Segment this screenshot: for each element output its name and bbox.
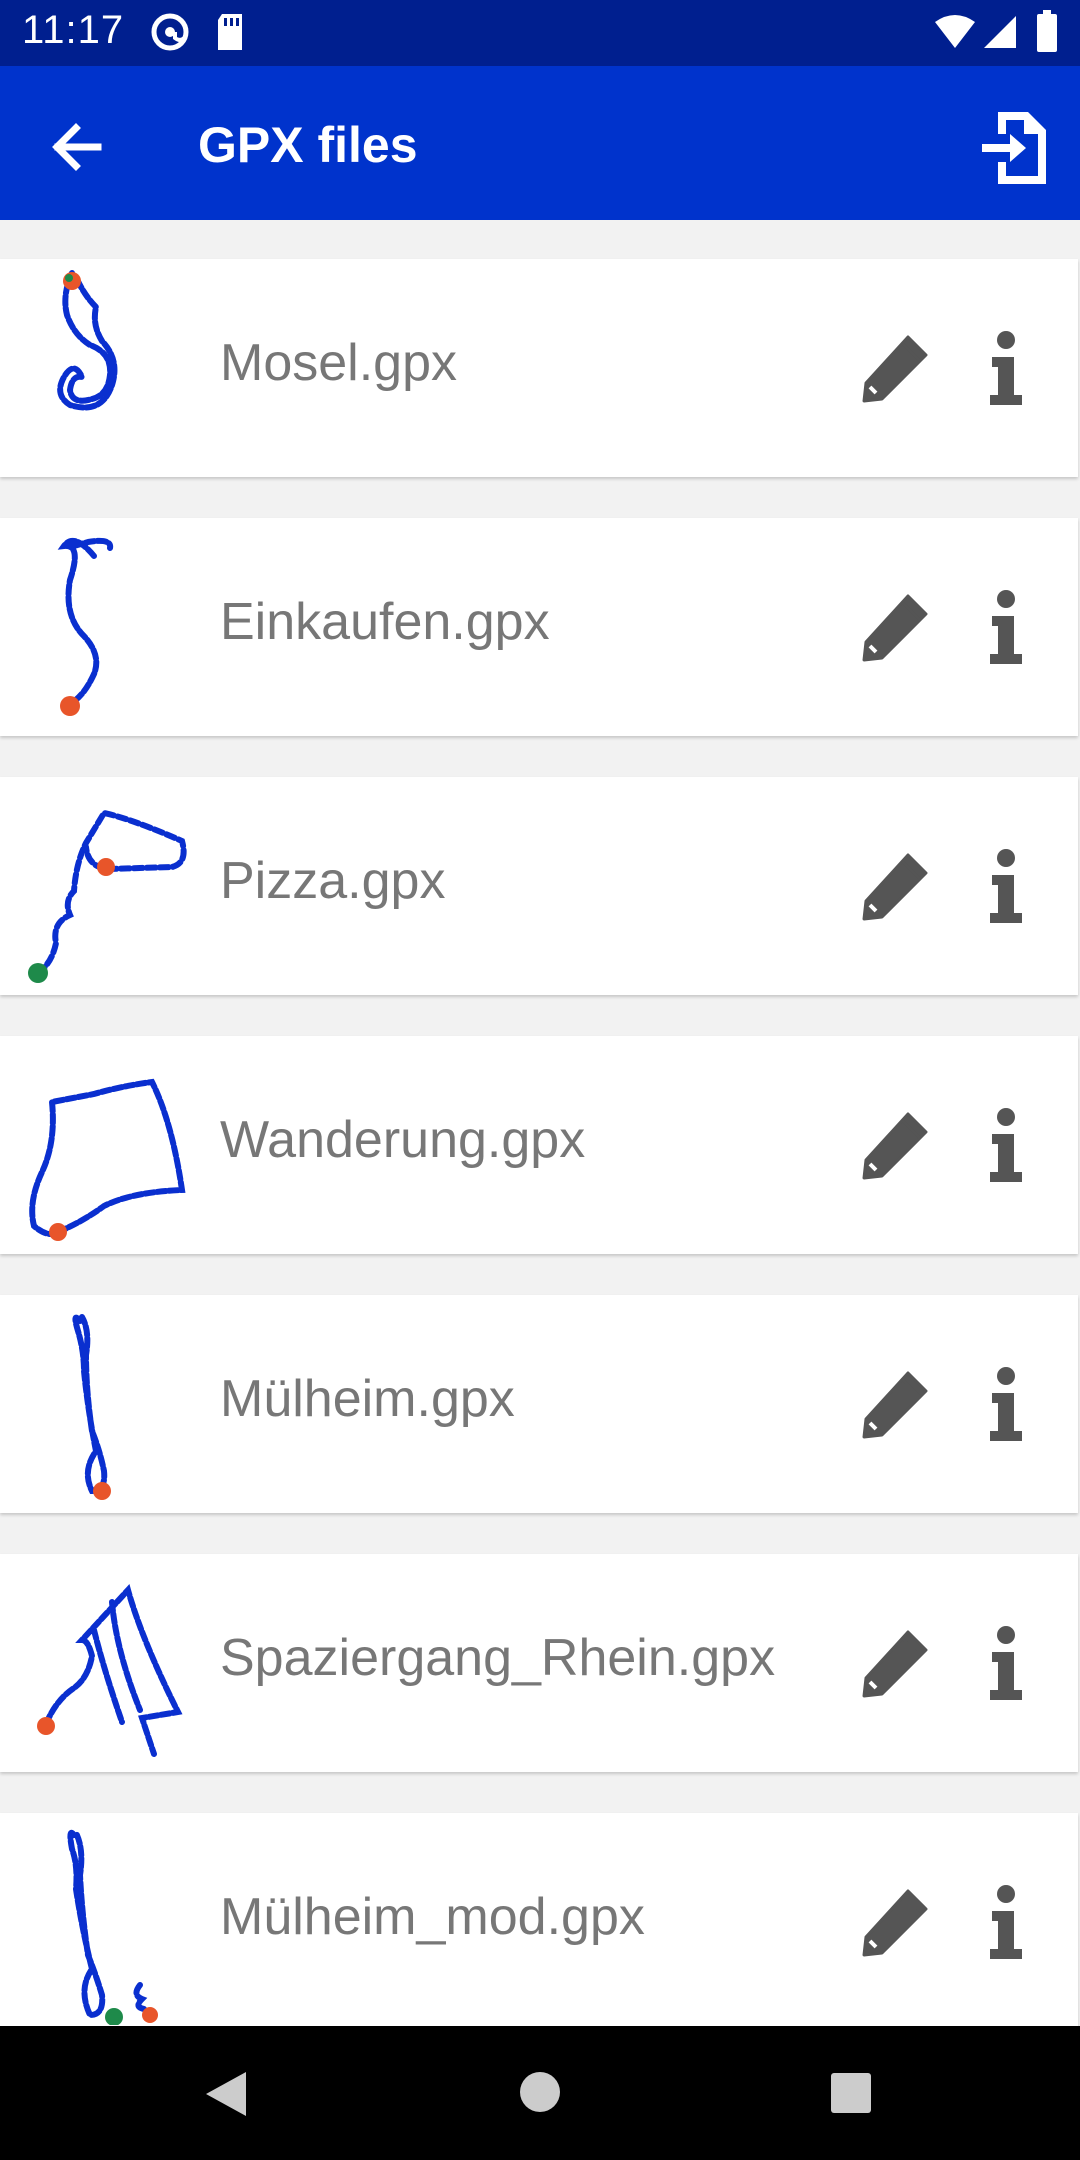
info-icon[interactable] [986, 849, 1026, 925]
list-item[interactable]: Einkaufen.gpx [0, 518, 1078, 736]
file-name: Spaziergang_Rhein.gpx [220, 1629, 776, 1687]
wifi-icon [935, 15, 975, 48]
navigation-bar [0, 2026, 1080, 2160]
app-bar: GPX files [0, 66, 1080, 220]
info-icon[interactable] [986, 590, 1026, 666]
info-icon[interactable] [986, 1885, 1026, 1961]
info-icon[interactable] [986, 1626, 1026, 1702]
pencil-icon[interactable] [856, 1626, 932, 1702]
file-name: Mosel.gpx [220, 334, 457, 392]
pencil-icon[interactable] [856, 1885, 932, 1961]
at-sign-icon [151, 13, 189, 51]
track-thumbnail [37, 1584, 183, 1757]
pencil-icon[interactable] [856, 331, 932, 407]
list-item[interactable]: Pizza.gpx [0, 777, 1078, 995]
arrow-left-icon[interactable] [40, 110, 114, 184]
file-name: Mülheim.gpx [220, 1370, 515, 1428]
info-icon[interactable] [986, 331, 1026, 407]
sd-card-icon [218, 14, 242, 50]
page-title: GPX files [198, 117, 418, 173]
info-icon[interactable] [986, 1108, 1026, 1184]
list-item[interactable]: Spaziergang_Rhein.gpx [0, 1554, 1078, 1772]
file-name: Wanderung.gpx [220, 1111, 586, 1169]
list-item[interactable]: Mosel.gpx [0, 259, 1078, 477]
file-import-icon[interactable] [980, 108, 1050, 188]
pencil-icon[interactable] [856, 590, 932, 666]
pencil-icon[interactable] [856, 849, 932, 925]
track-thumbnail [67, 1829, 158, 2025]
back-triangle-icon[interactable] [202, 2068, 250, 2120]
list-item[interactable]: Mülheim.gpx [0, 1295, 1078, 1513]
list-item[interactable]: Wanderung.gpx [0, 1036, 1078, 1254]
track-thumbnail [28, 809, 187, 983]
track-thumbnail [29, 1078, 186, 1241]
recents-square-icon[interactable] [830, 2072, 872, 2114]
track-thumbnail [57, 537, 114, 716]
pencil-icon[interactable] [856, 1367, 932, 1443]
battery-icon [1037, 10, 1057, 52]
home-circle-icon[interactable] [518, 2070, 562, 2114]
cell-signal-icon [984, 16, 1016, 48]
file-name: Pizza.gpx [220, 852, 446, 910]
list-item[interactable]: Mülheim_mod.gpx [0, 1813, 1078, 2026]
status-bar: 11:17 [0, 0, 1080, 66]
status-time: 11:17 [22, 8, 125, 52]
pencil-icon[interactable] [856, 1108, 932, 1184]
track-thumbnail [57, 270, 118, 411]
file-name: Einkaufen.gpx [220, 593, 550, 651]
file-name: Mülheim_mod.gpx [220, 1888, 645, 1946]
track-thumbnail [72, 1314, 111, 1500]
info-icon[interactable] [986, 1367, 1026, 1443]
gpx-file-list: Mosel.gpx Einkaufen.gpx Pizza.gpx Wander… [0, 220, 1080, 2026]
